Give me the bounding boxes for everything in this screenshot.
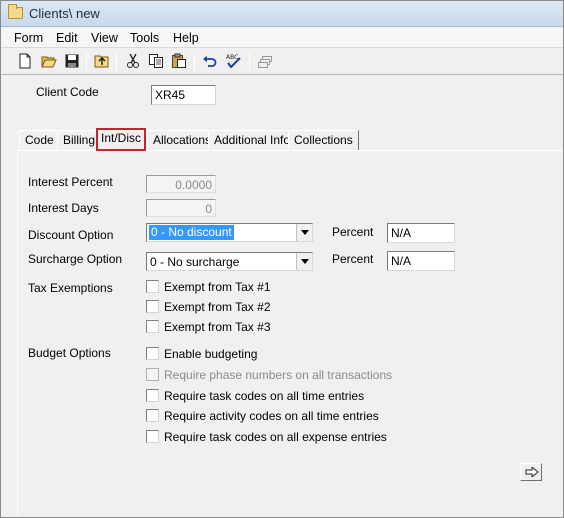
toolbar: ABC: [1, 49, 563, 75]
tab-allocations[interactable]: Allocations: [147, 130, 218, 150]
menu-edit[interactable]: Edit: [56, 31, 78, 45]
surcharge-percent-label: Percent: [332, 252, 374, 266]
activity-codes-time-label: Require activity codes on all time entri…: [164, 409, 379, 423]
next-page-button[interactable]: [520, 463, 542, 481]
discount-percent-label: Percent: [332, 225, 374, 239]
phase-numbers-checkbox: [146, 368, 159, 381]
title-bar[interactable]: Clients\ new: [1, 1, 563, 27]
activity-codes-time-checkbox[interactable]: [146, 409, 159, 422]
tax3-checkbox[interactable]: [146, 320, 159, 333]
menu-view[interactable]: View: [91, 31, 118, 45]
paste-icon[interactable]: [171, 53, 189, 71]
menu-bar: Form Edit View Tools Help: [1, 28, 563, 48]
new-document-icon[interactable]: [17, 53, 35, 71]
enable-budgeting-label: Enable budgeting: [164, 347, 258, 361]
tax2-checkbox[interactable]: [146, 300, 159, 313]
discount-option-label: Discount Option: [28, 228, 114, 242]
surcharge-option-value: 0 - No surcharge: [150, 255, 240, 269]
tab-additional-info[interactable]: Additional Info: [208, 130, 297, 150]
tab-billing[interactable]: Billing: [57, 130, 102, 150]
surcharge-percent-field[interactable]: N/A: [387, 251, 455, 271]
tax-exemptions-label: Tax Exemptions: [28, 281, 113, 295]
tax2-label: Exempt from Tax #2: [164, 300, 271, 314]
budget-options-label: Budget Options: [28, 346, 111, 360]
discount-option-value: 0 - No discount: [149, 225, 234, 240]
phase-numbers-label: Require phase numbers on all transaction…: [164, 368, 393, 382]
int-disc-panel: [17, 150, 563, 517]
svg-text:ABC: ABC: [226, 54, 238, 61]
menu-help[interactable]: Help: [173, 31, 199, 45]
interest-days-label: Interest Days: [28, 201, 99, 215]
menu-tools[interactable]: Tools: [130, 31, 159, 45]
task-codes-expense-checkbox[interactable]: [146, 430, 159, 443]
enable-budgeting-checkbox[interactable]: [146, 347, 159, 360]
spellcheck-icon[interactable]: ABC: [225, 53, 243, 71]
tab-collections[interactable]: Collections: [288, 130, 359, 150]
undo-icon[interactable]: [202, 53, 220, 71]
client-code-label: Client Code: [36, 85, 99, 99]
open-folder-icon[interactable]: [41, 53, 59, 71]
discount-percent-field[interactable]: N/A: [387, 223, 455, 243]
arrow-right-icon: [525, 467, 539, 477]
toolbar-separator: [249, 53, 250, 71]
menu-form[interactable]: Form: [14, 31, 43, 45]
client-code-field[interactable]: XR45: [151, 85, 216, 105]
tab-strip: Code Billing Int/Disc Allocations Additi…: [17, 128, 557, 151]
toolbar-separator: [86, 53, 87, 71]
chevron-down-icon[interactable]: [296, 253, 312, 270]
discount-option-select[interactable]: 0 - No discount: [146, 223, 313, 242]
client-window: Clients\ new Form Edit View Tools Help A…: [0, 0, 564, 518]
tax1-label: Exempt from Tax #1: [164, 280, 271, 294]
chevron-down-icon[interactable]: [296, 224, 312, 241]
interest-days-field[interactable]: 0: [146, 199, 216, 217]
tab-code[interactable]: Code: [19, 130, 60, 150]
up-folder-icon[interactable]: [94, 53, 112, 71]
save-icon[interactable]: [64, 53, 82, 71]
toolbar-separator: [116, 53, 117, 71]
tax3-label: Exempt from Tax #3: [164, 320, 271, 334]
window-title: Clients\ new: [29, 6, 100, 21]
surcharge-option-select[interactable]: 0 - No surcharge: [146, 252, 313, 271]
surcharge-option-label: Surcharge Option: [28, 252, 123, 266]
toolbar-separator: [194, 53, 195, 71]
task-codes-time-label: Require task codes on all time entries: [164, 389, 365, 403]
task-codes-time-checkbox[interactable]: [146, 389, 159, 402]
tax1-checkbox[interactable]: [146, 280, 159, 293]
tab-int-disc[interactable]: Int/Disc: [96, 128, 147, 151]
folder-icon: [8, 4, 23, 19]
interest-percent-field[interactable]: 0.0000: [146, 175, 216, 193]
task-codes-expense-label: Require task codes on all expense entrie…: [164, 430, 387, 444]
cut-icon[interactable]: [125, 53, 143, 71]
layers-icon[interactable]: [257, 53, 275, 71]
copy-icon[interactable]: [148, 53, 166, 71]
interest-percent-label: Interest Percent: [28, 175, 113, 189]
